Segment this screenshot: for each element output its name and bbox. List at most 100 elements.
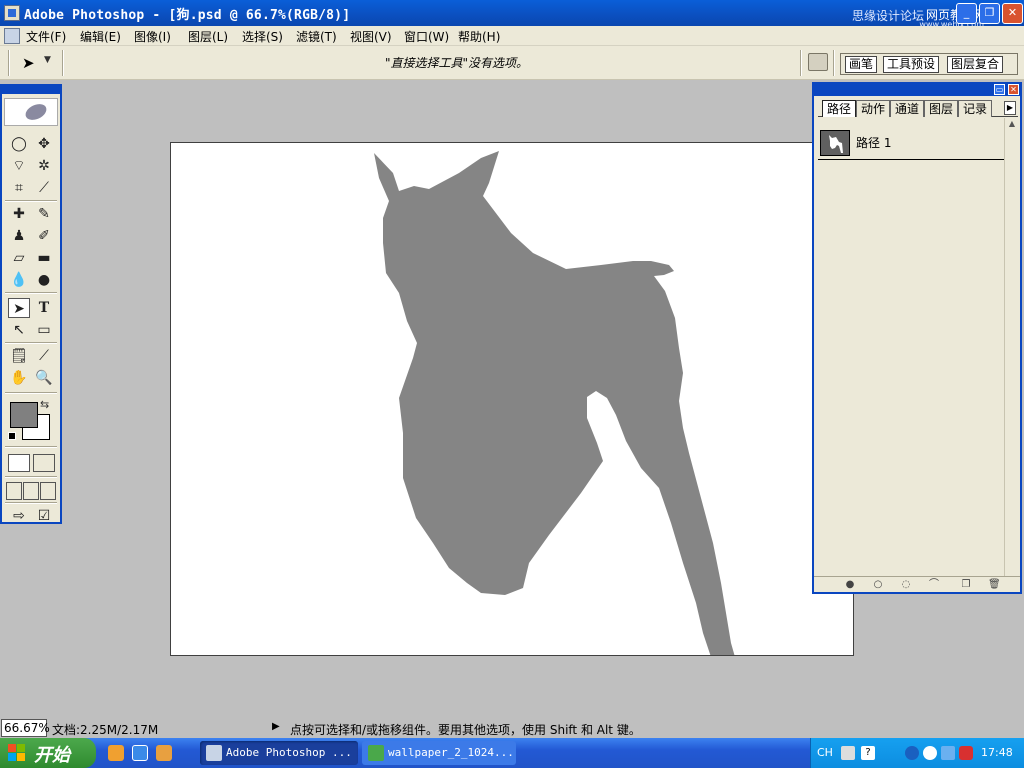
magic-wand-icon[interactable]: ✲ [33, 156, 55, 176]
status-bar: 66.67% 文档:2.25M/2.17M ▶ 点按可选择和/或拖移组件。要用其… [0, 718, 1024, 738]
scroll-up-icon[interactable]: ▲ [1006, 118, 1018, 130]
document-icon[interactable] [4, 28, 20, 44]
full-screen-menu-mode-button[interactable] [23, 482, 39, 500]
paths-list: 路径 1 [816, 118, 1008, 588]
restore-button[interactable]: ❐ [979, 3, 1000, 24]
healing-brush-icon[interactable]: ✚ [8, 204, 30, 224]
history-brush-icon[interactable]: ✐ [33, 226, 55, 246]
well-tab-tool-presets[interactable]: 工具预设 [883, 56, 940, 73]
direct-selection-icon[interactable]: ➤ [8, 298, 30, 318]
palette-footer: ● ○ ◌ ⌒ ❐ 🗑 [814, 576, 1020, 592]
file-browser-icon[interactable] [808, 53, 828, 71]
taskbar-item-photoshop[interactable]: Adobe Photoshop ... [200, 741, 358, 765]
path-thumbnail [820, 130, 850, 156]
divider [8, 50, 10, 76]
menu-window[interactable]: 窗口(W) [404, 28, 449, 45]
keyboard-icon[interactable] [841, 746, 855, 760]
crop-tool-icon[interactable]: ⌗ [8, 178, 30, 198]
tray-icon[interactable] [881, 746, 895, 760]
menu-help[interactable]: 帮助(H) [458, 28, 500, 45]
stroke-path-icon[interactable]: ○ [872, 579, 884, 591]
make-work-path-icon[interactable]: ⌒ [928, 579, 940, 591]
delete-path-icon[interactable]: 🗑 [988, 579, 1001, 591]
palette-scrollbar[interactable]: ▲ ▼ [1004, 118, 1018, 588]
move-tool-icon[interactable]: ✥ [33, 134, 55, 154]
tab-history[interactable]: 记录 [958, 100, 993, 117]
full-screen-mode-button[interactable] [40, 482, 56, 500]
title-bar: Adobe Photoshop - [狗.psd @ 66.7%(RGB/8)]… [0, 0, 1024, 29]
gradient-tool-icon[interactable]: ▬ [33, 248, 55, 268]
document-size[interactable]: 文档:2.25M/2.17M [52, 721, 158, 738]
system-tray: CH ? 17:48 [810, 738, 1024, 768]
photoshop-app-icon[interactable] [4, 5, 20, 21]
swap-colors-icon[interactable]: ⇆ [40, 398, 49, 411]
network-icon[interactable] [941, 746, 955, 760]
zoom-tool-icon[interactable]: 🔍 [33, 368, 55, 388]
foreground-color-swatch[interactable] [10, 402, 38, 428]
new-path-icon[interactable]: ❐ [960, 579, 972, 591]
palette-menu-arrow-icon[interactable]: ▶ [1004, 101, 1016, 115]
zoom-level-field[interactable]: 66.67% [1, 719, 50, 737]
watermark-text: 思缘设计论坛 [851, 9, 924, 23]
eyedropper-icon[interactable]: ⟋ [33, 346, 55, 366]
tab-layers[interactable]: 图层 [924, 100, 959, 117]
menu-select[interactable]: 选择(S) [242, 28, 283, 45]
polygonal-lasso-icon[interactable]: ⌔ [8, 156, 30, 176]
taskbar-item-wallpaper[interactable]: wallpaper_2_1024... [362, 741, 516, 765]
direct-selection-arrow-icon[interactable]: ➤ [22, 54, 35, 72]
palette-close-button[interactable]: ✕ [1008, 84, 1019, 95]
eyes-icon[interactable] [923, 746, 937, 760]
menu-file[interactable]: 文件(F) [26, 28, 66, 45]
edit-in-imageready-icon[interactable]: ☑ [33, 506, 55, 526]
language-indicator[interactable]: CH [817, 746, 833, 759]
eraser-tool-icon[interactable]: ▱ [8, 248, 30, 268]
tab-channels[interactable]: 通道 [890, 100, 925, 117]
well-tab-brushes[interactable]: 画笔 [845, 56, 878, 73]
divider [833, 50, 835, 76]
fill-path-icon[interactable]: ● [844, 579, 856, 591]
document-canvas[interactable] [170, 142, 854, 656]
internet-explorer-icon[interactable] [132, 745, 148, 761]
tab-paths[interactable]: 路径 [822, 100, 857, 117]
quick-launch-icon[interactable] [156, 745, 172, 761]
quick-launch-icon[interactable] [108, 745, 124, 761]
chevron-left-icon[interactable] [905, 746, 919, 760]
tab-actions[interactable]: 动作 [856, 100, 891, 117]
close-button[interactable]: ✕ [1002, 3, 1023, 24]
menu-layer[interactable]: 图层(L) [188, 28, 228, 45]
blur-tool-icon[interactable]: 💧 [8, 270, 30, 290]
divider [5, 502, 57, 504]
notes-tool-icon[interactable]: 🗒 [8, 346, 30, 366]
hand-tool-icon[interactable]: ✋ [8, 368, 30, 388]
chevron-down-icon[interactable]: ▼ [44, 55, 51, 65]
menu-filter[interactable]: 滤镜(T) [296, 28, 337, 45]
standard-screen-mode-button[interactable] [6, 482, 22, 500]
type-tool-icon[interactable]: T [33, 298, 55, 318]
jump-to-imageready-icon[interactable]: ⇨ [8, 506, 30, 526]
quick-mask-mode-button[interactable] [33, 454, 55, 472]
shield-icon[interactable] [959, 746, 973, 760]
start-button[interactable]: 开始 [0, 738, 96, 768]
dodge-tool-icon[interactable]: ● [33, 270, 55, 290]
slice-tool-icon[interactable]: ⟋ [33, 178, 55, 198]
status-menu-arrow-icon[interactable]: ▶ [272, 721, 280, 732]
minimize-button[interactable]: _ [956, 3, 977, 24]
menu-edit[interactable]: 编辑(E) [80, 28, 121, 45]
well-tab-layer-comps[interactable]: 图层复合 [947, 56, 1004, 73]
elliptical-marquee-icon[interactable]: ◯ [8, 134, 30, 154]
menu-view[interactable]: 视图(V) [350, 28, 392, 45]
default-colors-icon[interactable] [8, 432, 16, 440]
standard-mode-button[interactable] [8, 454, 30, 472]
menu-image[interactable]: 图像(I) [134, 28, 171, 45]
rectangle-tool-icon[interactable]: ▭ [33, 320, 55, 340]
load-selection-icon[interactable]: ◌ [900, 579, 912, 591]
clone-stamp-icon[interactable]: ♟ [8, 226, 30, 246]
brush-tool-icon[interactable]: ✎ [33, 204, 55, 224]
task-label: Adobe Photoshop ... [226, 746, 352, 759]
pen-tool-icon[interactable]: ↖ [8, 320, 30, 340]
palette-minimize-button[interactable]: ▭ [994, 84, 1005, 95]
path-row[interactable]: 路径 1 [818, 128, 1006, 160]
photoshop-feather-logo[interactable] [4, 98, 58, 126]
clock: 17:48 [981, 746, 1013, 759]
help-icon[interactable]: ? [861, 746, 875, 760]
